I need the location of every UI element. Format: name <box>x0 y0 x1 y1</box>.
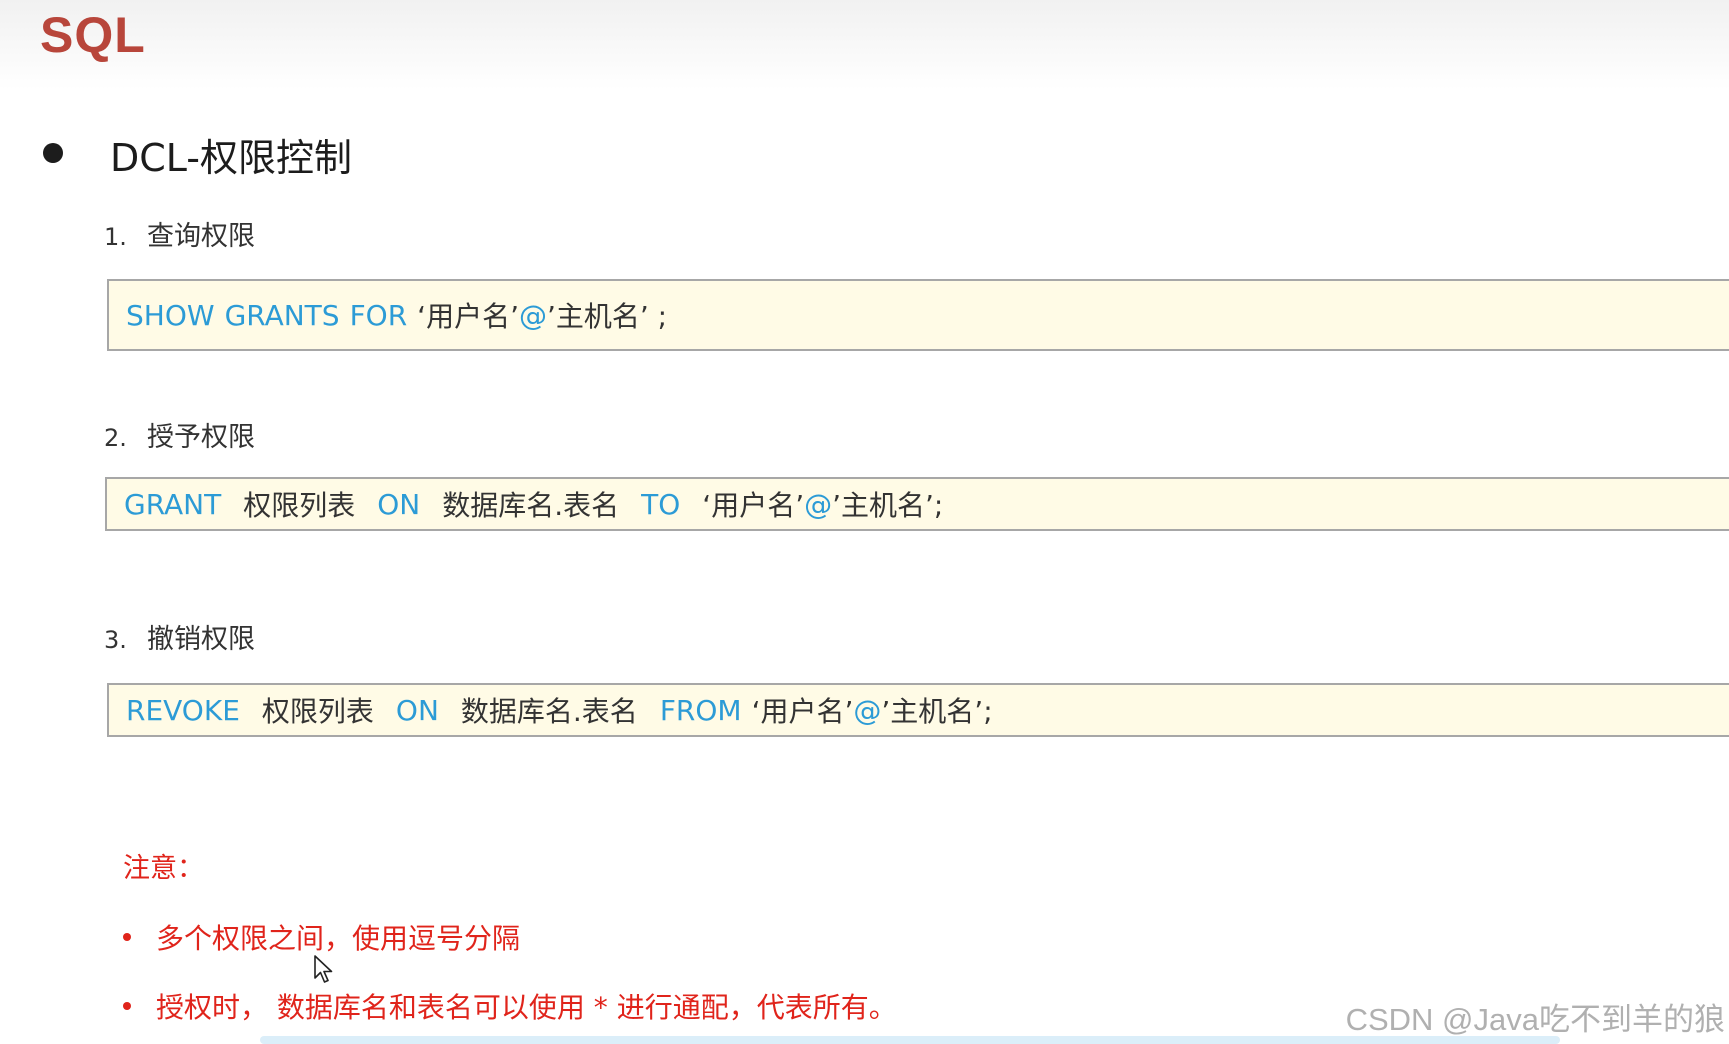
keyword-to: TO <box>641 487 681 521</box>
step-number: 2. <box>104 424 127 452</box>
keyword-revoke: REVOKE <box>126 693 240 727</box>
keyword-for: FOR <box>349 298 408 332</box>
code-privilege-list: 权限列表 <box>261 695 374 728</box>
code-block-show-grants: SHOW GRANTS FOR ‘用户名’ @ ’主机名’ ; <box>107 279 1729 351</box>
header-band <box>0 0 1729 90</box>
step-label: 授予权限 <box>147 422 255 453</box>
note-item: 授权时， 数据库名和表名可以使用 * 进行通配，代表所有。 <box>123 986 897 1026</box>
code-at-sign: @ <box>804 487 833 521</box>
page-title: SQL <box>40 7 146 63</box>
code-at-sign: @ <box>518 298 547 332</box>
bullet-dot-icon <box>123 1002 131 1010</box>
step-query-privileges: 1. 查询权限 <box>104 214 255 253</box>
code-privilege-list: 权限列表 <box>243 489 356 522</box>
step-grant-privileges: 2. 授予权限 <box>104 415 255 454</box>
code-user: ‘用户名’ <box>751 695 854 728</box>
step-number: 1. <box>104 223 127 251</box>
slide: SQL DCL-权限控制 1. 查询权限 SHOW GRANTS FOR ‘用户名… <box>0 0 1729 1044</box>
bullet-dot-icon <box>123 933 131 941</box>
keyword-show: SHOW <box>126 298 215 332</box>
step-revoke-privileges: 3. 撤销权限 <box>104 617 255 656</box>
bullet-dot-icon <box>43 143 63 163</box>
keyword-from: FROM <box>659 693 742 727</box>
mouse-pointer-icon <box>314 955 333 983</box>
keyword-grant: GRANT <box>124 487 222 521</box>
note-title: 注意： <box>123 853 204 884</box>
step-number: 3. <box>104 626 127 654</box>
code-object: 数据库名.表名 <box>460 695 638 728</box>
note-item: 多个权限之间，使用逗号分隔 <box>123 917 520 957</box>
code-user: ‘用户名’ <box>702 489 805 522</box>
code-user: ‘用户名’ <box>417 300 519 333</box>
code-host: ’主机名’ ; <box>546 300 668 333</box>
keyword-grants: GRANTS <box>224 298 340 332</box>
code-host: ’主机名’; <box>832 489 944 522</box>
step-label: 查询权限 <box>147 221 255 252</box>
watermark: CSDN @Java吃不到羊的狼 <box>1345 1002 1725 1037</box>
code-block-revoke: REVOKE 权限列表 ON 数据库名.表名 FROM ‘用户名’ @ ’主机名’; <box>107 683 1729 737</box>
keyword-on: ON <box>377 487 421 521</box>
keyword-on: ON <box>395 693 439 727</box>
note-text: 授权时， 数据库名和表名可以使用 * 进行通配，代表所有。 <box>156 991 897 1024</box>
step-label: 撤销权限 <box>147 624 255 655</box>
code-object: 数据库名.表名 <box>442 489 620 522</box>
note-text: 多个权限之间，使用逗号分隔 <box>156 922 521 955</box>
code-at-sign: @ <box>853 693 882 727</box>
code-host: ’主机名’; <box>881 695 993 728</box>
code-block-grant: GRANT 权限列表 ON 数据库名.表名 TO ‘用户名’ @ ’主机名’; <box>105 477 1729 531</box>
section-heading: DCL-权限控制 <box>110 136 353 180</box>
